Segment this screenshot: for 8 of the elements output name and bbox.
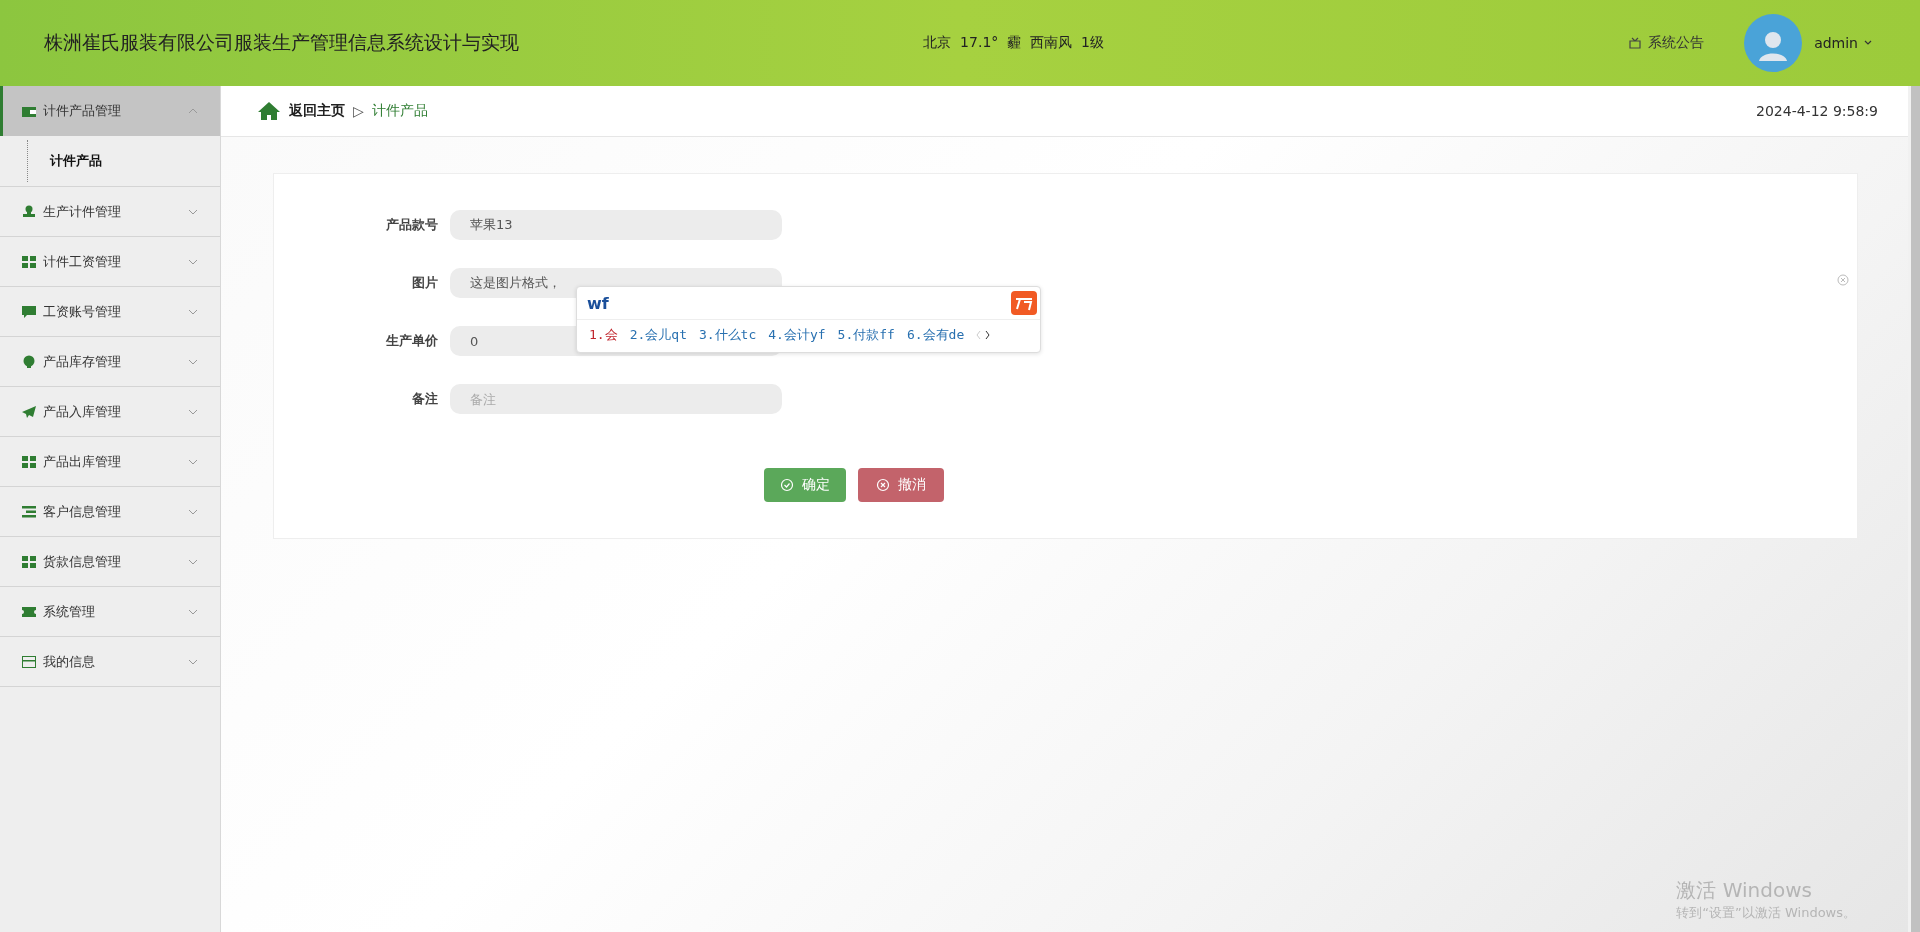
field-label: 图片 [411,274,439,292]
field-label: 备注 [411,390,439,408]
system-title: 株洲崔氏服装有限公司服装生产管理信息系统设计与实现 [44,30,519,55]
datetime-text: 2024-4-12 9:58:9 [1756,103,1878,119]
field-label: 产品款号 [385,216,439,234]
weather-text: 北京 17.1° 霾 西南风 1级 [923,34,1104,52]
breadcrumb-separator: ▷ [353,103,364,119]
field-label: 生产单价 [385,332,439,350]
